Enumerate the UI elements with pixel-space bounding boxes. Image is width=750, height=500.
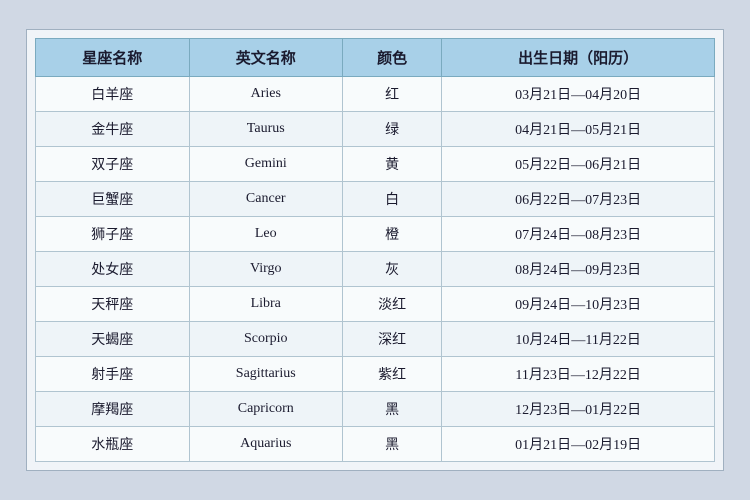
cell-chinese: 白羊座 [36, 77, 190, 112]
cell-english: Capricorn [189, 392, 343, 427]
col-header-color: 颜色 [343, 39, 442, 77]
cell-english: Sagittarius [189, 357, 343, 392]
cell-color: 红 [343, 77, 442, 112]
cell-dates: 11月23日—12月22日 [442, 357, 715, 392]
cell-english: Aries [189, 77, 343, 112]
cell-chinese: 天秤座 [36, 287, 190, 322]
col-header-chinese: 星座名称 [36, 39, 190, 77]
table-row: 摩羯座Capricorn黑12月23日—01月22日 [36, 392, 715, 427]
table-row: 天蝎座Scorpio深红10月24日—11月22日 [36, 322, 715, 357]
cell-dates: 10月24日—11月22日 [442, 322, 715, 357]
table-header-row: 星座名称 英文名称 颜色 出生日期（阳历） [36, 39, 715, 77]
cell-chinese: 狮子座 [36, 217, 190, 252]
cell-color: 紫红 [343, 357, 442, 392]
zodiac-table-container: 星座名称 英文名称 颜色 出生日期（阳历） 白羊座Aries红03月21日—04… [26, 29, 724, 471]
table-row: 水瓶座Aquarius黑01月21日—02月19日 [36, 427, 715, 462]
table-row: 双子座Gemini黄05月22日—06月21日 [36, 147, 715, 182]
cell-english: Aquarius [189, 427, 343, 462]
cell-color: 白 [343, 182, 442, 217]
cell-chinese: 射手座 [36, 357, 190, 392]
table-row: 处女座Virgo灰08月24日—09月23日 [36, 252, 715, 287]
cell-chinese: 金牛座 [36, 112, 190, 147]
table-body: 白羊座Aries红03月21日—04月20日金牛座Taurus绿04月21日—0… [36, 77, 715, 462]
cell-color: 深红 [343, 322, 442, 357]
cell-dates: 12月23日—01月22日 [442, 392, 715, 427]
cell-chinese: 双子座 [36, 147, 190, 182]
cell-english: Scorpio [189, 322, 343, 357]
table-row: 天秤座Libra淡红09月24日—10月23日 [36, 287, 715, 322]
cell-color: 橙 [343, 217, 442, 252]
cell-dates: 09月24日—10月23日 [442, 287, 715, 322]
col-header-dates: 出生日期（阳历） [442, 39, 715, 77]
col-header-english: 英文名称 [189, 39, 343, 77]
cell-english: Virgo [189, 252, 343, 287]
cell-dates: 05月22日—06月21日 [442, 147, 715, 182]
cell-dates: 06月22日—07月23日 [442, 182, 715, 217]
cell-chinese: 巨蟹座 [36, 182, 190, 217]
table-row: 巨蟹座Cancer白06月22日—07月23日 [36, 182, 715, 217]
cell-dates: 08月24日—09月23日 [442, 252, 715, 287]
cell-english: Leo [189, 217, 343, 252]
cell-chinese: 天蝎座 [36, 322, 190, 357]
cell-color: 灰 [343, 252, 442, 287]
table-row: 金牛座Taurus绿04月21日—05月21日 [36, 112, 715, 147]
cell-color: 黑 [343, 427, 442, 462]
table-row: 白羊座Aries红03月21日—04月20日 [36, 77, 715, 112]
cell-english: Cancer [189, 182, 343, 217]
cell-dates: 03月21日—04月20日 [442, 77, 715, 112]
cell-chinese: 水瓶座 [36, 427, 190, 462]
zodiac-table: 星座名称 英文名称 颜色 出生日期（阳历） 白羊座Aries红03月21日—04… [35, 38, 715, 462]
cell-color: 淡红 [343, 287, 442, 322]
cell-dates: 07月24日—08月23日 [442, 217, 715, 252]
cell-english: Gemini [189, 147, 343, 182]
cell-english: Libra [189, 287, 343, 322]
table-row: 射手座Sagittarius紫红11月23日—12月22日 [36, 357, 715, 392]
cell-chinese: 摩羯座 [36, 392, 190, 427]
cell-color: 绿 [343, 112, 442, 147]
table-row: 狮子座Leo橙07月24日—08月23日 [36, 217, 715, 252]
cell-dates: 01月21日—02月19日 [442, 427, 715, 462]
cell-color: 黄 [343, 147, 442, 182]
cell-dates: 04月21日—05月21日 [442, 112, 715, 147]
cell-color: 黑 [343, 392, 442, 427]
cell-chinese: 处女座 [36, 252, 190, 287]
cell-english: Taurus [189, 112, 343, 147]
